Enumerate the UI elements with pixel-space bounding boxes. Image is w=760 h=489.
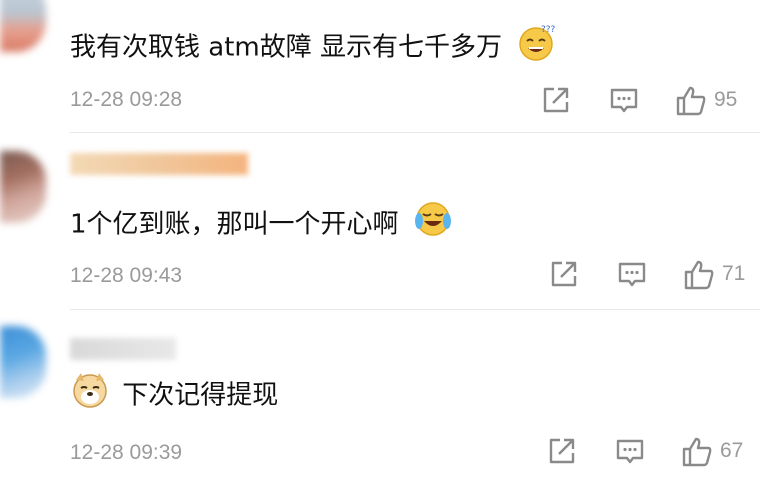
avatar[interactable] xyxy=(0,326,46,398)
thumbs-up-icon[interactable] xyxy=(680,435,714,473)
comment-item: 1个亿到账，那叫一个开心啊 12-28 09:43 71 xyxy=(0,133,760,309)
username-blurred[interactable] xyxy=(70,338,176,360)
like-count: 95 xyxy=(714,88,738,111)
comment-text: 我有次取钱 atm故障 显示有七千多万 ??? xyxy=(70,22,556,74)
svg-text:???: ??? xyxy=(541,25,556,35)
reply-icon[interactable] xyxy=(608,84,640,120)
reply-icon[interactable] xyxy=(614,435,646,471)
comment-timestamp: 12-28 09:39 xyxy=(70,441,183,464)
comment-item: 下次记得提现 12-28 09:39 67 xyxy=(0,310,760,489)
share-icon[interactable] xyxy=(540,84,572,120)
like-count: 67 xyxy=(720,439,744,462)
comment-text-content: 1个亿到账，那叫一个开心啊 xyxy=(70,209,399,240)
comment-timestamp: 12-28 09:43 xyxy=(70,264,183,287)
comment-list: 我有次取钱 atm故障 显示有七千多万 ??? 12-28 09:28 95 1… xyxy=(0,0,760,489)
thumbs-up-icon[interactable] xyxy=(682,258,716,296)
share-icon[interactable] xyxy=(548,258,580,294)
share-icon[interactable] xyxy=(546,435,578,471)
username-blurred[interactable] xyxy=(70,153,248,175)
comment-timestamp: 12-28 09:28 xyxy=(70,88,183,111)
grinning-sweat-emoji: ??? xyxy=(516,22,556,74)
comment-actions: 95 xyxy=(540,84,760,118)
comment-actions: 67 xyxy=(546,435,760,469)
comment-text-content: 下次记得提现 xyxy=(122,380,279,411)
comment-item: 我有次取钱 atm故障 显示有七千多万 ??? 12-28 09:28 95 xyxy=(0,0,760,132)
laugh-cry-emoji xyxy=(413,199,453,251)
doge-emoji xyxy=(70,370,110,422)
comment-text-content: 我有次取钱 atm故障 显示有七千多万 xyxy=(70,32,502,63)
comment-text: 下次记得提现 xyxy=(70,370,278,422)
avatar[interactable] xyxy=(0,0,46,52)
thumbs-up-icon[interactable] xyxy=(674,84,708,122)
avatar[interactable] xyxy=(0,151,46,223)
reply-icon[interactable] xyxy=(616,258,648,294)
like-count: 71 xyxy=(722,262,746,285)
comment-actions: 71 xyxy=(548,258,760,292)
comment-text: 1个亿到账，那叫一个开心啊 xyxy=(70,199,453,251)
